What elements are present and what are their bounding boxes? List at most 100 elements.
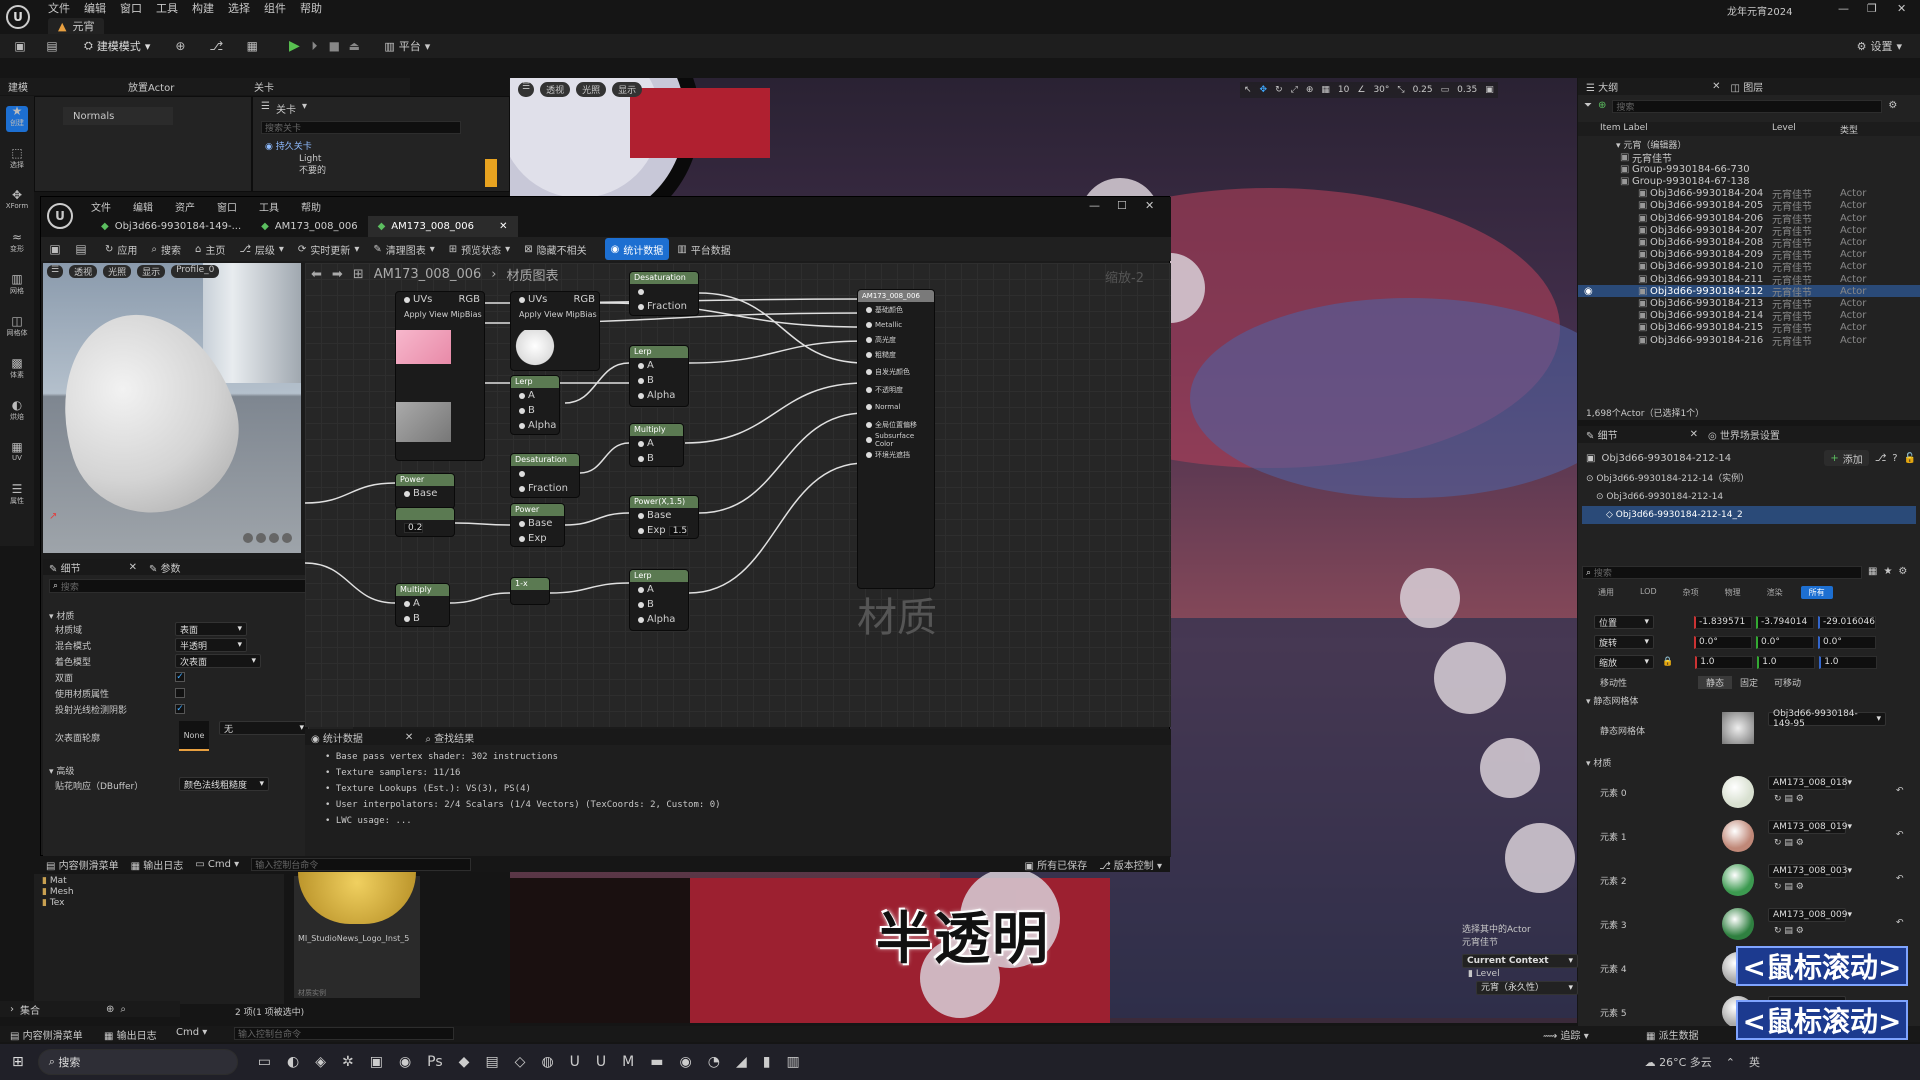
mode-dropdown[interactable]: ⛭ 建模模式 ▾ — [78, 35, 156, 57]
tab-place-actor[interactable]: 放置Actor — [128, 79, 248, 94]
result-pin[interactable]: Normal — [858, 397, 934, 417]
menu-build[interactable]: 构建 — [192, 0, 214, 16]
x-field[interactable]: -1.839571 — [1694, 615, 1752, 629]
outliner-close-icon[interactable]: ✕ — [1712, 81, 1720, 92]
me-tab-material[interactable]: ◆ AM173_008_006 ✕ — [367, 216, 518, 237]
prop-dropdown[interactable]: 半透明 ▾ — [175, 638, 247, 652]
power-node[interactable]: Power Base Exp — [510, 503, 565, 547]
show-button[interactable]: 显示 — [612, 82, 643, 97]
scale-icon[interactable]: ⤢ — [1291, 85, 1298, 95]
world-icon[interactable]: ⊕ — [1306, 85, 1314, 95]
apply-button[interactable]: ↻ 应用 — [99, 238, 143, 260]
lock-icon[interactable]: 🔓 — [1904, 453, 1916, 464]
outliner-row[interactable]: ▣ Obj3d66-9930184-215 元宵佳节 Actor — [1578, 322, 1920, 335]
source-control-button[interactable]: ⎇ 版本控制 ▾ — [1099, 857, 1162, 872]
transform-type-dropdown[interactable]: 缩放 ▾ — [1594, 655, 1654, 669]
outliner-row[interactable]: ▣ Obj3d66-9930184-204 元宵佳节 Actor — [1578, 188, 1920, 201]
y-field[interactable]: 1.0 — [1757, 655, 1816, 669]
level-item[interactable]: Light — [265, 153, 326, 165]
material-graph[interactable]: ⬅ ➡ ⊞ AM173_008_006 › 材质图表 缩放-2 UVs RGB A… — [305, 263, 1171, 727]
folder-item[interactable]: ▮ Mat — [42, 876, 284, 887]
material-dropdown[interactable]: AM173_008_009 ▾ — [1768, 908, 1852, 922]
transform-type-dropdown[interactable]: 旋转 ▾ — [1594, 635, 1654, 649]
subsurface-thumb[interactable]: None — [179, 721, 209, 751]
materials-section[interactable]: ▾ 材质 — [1586, 756, 1611, 769]
app-icon[interactable]: M — [622, 1054, 634, 1070]
lock-icon[interactable]: 🔒 — [1662, 657, 1673, 667]
settings-icon[interactable]: ⚙ — [1898, 566, 1907, 579]
y-field[interactable]: 0.0° — [1756, 635, 1814, 649]
cmd-dropdown[interactable]: ▭ Cmd ▾ — [195, 859, 239, 870]
outliner-row[interactable]: ▣ Obj3d66-9930184-213 元宵佳节 Actor — [1578, 297, 1920, 311]
app-icon[interactable]: ◢ — [736, 1054, 747, 1070]
x-field[interactable]: 1.0 — [1695, 655, 1754, 669]
material-dropdown[interactable]: AM173_008_018 ▾ — [1768, 776, 1852, 790]
col-level[interactable]: Level — [1772, 123, 1796, 133]
filter-chip[interactable]: 所有 — [1800, 586, 1833, 599]
chrome-icon[interactable]: ◉ — [399, 1054, 411, 1070]
layout-icon[interactable]: ▣ — [1485, 85, 1494, 95]
content-drawer-tab[interactable]: ▤ 内容侧滑菜单 — [46, 857, 119, 872]
close-button[interactable]: ✕ — [1897, 2, 1906, 15]
eye-icon[interactable]: ◉ — [265, 142, 273, 152]
me-save-icon[interactable]: ▣ — [47, 241, 63, 257]
lerp-node[interactable]: Lerp A B Alpha — [629, 569, 689, 631]
stop-icon[interactable]: ■ — [326, 38, 342, 54]
taskbar-search[interactable]: ⌕ 搜索 — [37, 1049, 238, 1075]
outliner-row[interactable]: ▣ Group-9930184-66-730 — [1578, 163, 1920, 175]
menu-select[interactable]: 选择 — [228, 0, 250, 16]
mobility-stationary[interactable]: 固定 — [1732, 676, 1766, 689]
app-icon[interactable]: ▥ — [786, 1054, 799, 1070]
transform-type-dropdown[interactable]: 位置 ▾ — [1594, 615, 1654, 629]
preview-menu-icon[interactable]: ☰ — [47, 265, 64, 278]
content-drawer-button[interactable]: ▤ 内容侧滑菜单 — [10, 1027, 83, 1042]
reset-icon[interactable]: ↶ — [1896, 830, 1904, 840]
desaturation-node[interactable]: Desaturation Fraction — [510, 453, 580, 498]
material-thumb[interactable] — [1722, 908, 1754, 940]
levels-search-input[interactable]: 搜索关卡 — [261, 121, 461, 134]
power-node[interactable]: Power Base — [395, 473, 455, 509]
stats-button[interactable]: ◉ 统计数据 — [604, 238, 670, 260]
decal-dropdown[interactable]: 颜色法线粗糙度 ▾ — [179, 777, 269, 791]
outliner-row[interactable]: ▣ Obj3d66-9930184-207 元宵佳节 Actor — [1578, 224, 1920, 238]
cmd-button[interactable]: Cmd ▾ — [176, 1027, 207, 1038]
component-tree-item[interactable]: ⊙ Obj3d66-9930184-212-14 — [1582, 488, 1916, 506]
level-dropdown[interactable]: 元宵（永久性） ▾ — [1476, 981, 1578, 995]
outliner-row[interactable]: ▣ Obj3d66-9930184-209 元宵佳节 Actor — [1578, 249, 1920, 262]
photoshop-icon[interactable]: Ps — [427, 1054, 443, 1070]
preview-show-button[interactable]: 显示 — [137, 265, 166, 278]
console-input[interactable]: 输入控制台命令 — [251, 857, 472, 871]
levels-header[interactable]: 关卡 — [276, 101, 296, 116]
add-collection-icon[interactable]: ⊕ — [106, 1004, 114, 1015]
mode-item-1[interactable]: ⬚ 选择 — [2, 146, 32, 170]
app-icon[interactable]: ◔ — [708, 1054, 720, 1070]
filter-chip[interactable]: LOD — [1632, 586, 1665, 599]
save-all-button[interactable]: ▣ 所有已保存 — [1024, 857, 1087, 872]
grid-icon[interactable]: ▦ — [1321, 85, 1330, 95]
help-icon[interactable]: ? — [1892, 453, 1897, 464]
result-pin[interactable]: 粗糙度 — [858, 347, 934, 362]
home-button[interactable]: ⌂ 主页 — [189, 238, 231, 260]
app-icon[interactable]: ✲ — [342, 1054, 354, 1070]
mode-item-9[interactable]: ☰ 属性 — [2, 482, 32, 506]
cube-icon[interactable] — [282, 533, 292, 543]
hierarchy-button[interactable]: ⎇ 层级 ▾ — [233, 238, 290, 260]
z-field[interactable]: 0.0° — [1818, 635, 1876, 649]
me-menu-tools[interactable]: 工具 — [259, 199, 279, 214]
mode-item-0[interactable]: ★ 创建 — [2, 104, 32, 128]
edge-icon[interactable]: ◐ — [287, 1054, 299, 1070]
scale-snap[interactable]: 0.25 — [1413, 85, 1433, 95]
lit-button[interactable]: 光照 — [576, 82, 607, 97]
preview-state-button[interactable]: ⊞ 预览状态 ▾ — [443, 238, 516, 260]
app-icon[interactable]: ▣ — [370, 1054, 383, 1070]
app-icon[interactable]: ◆ — [459, 1054, 470, 1070]
outliner-row[interactable]: ▣ Obj3d66-9930184-214 元宵佳节 Actor — [1578, 310, 1920, 323]
language-indicator[interactable]: 英 — [1749, 1054, 1760, 1070]
live-update-button[interactable]: ⟳ 实时更新 ▾ — [292, 238, 365, 260]
clean-graph-button[interactable]: ✎ 清理图表 ▾ — [367, 238, 440, 260]
outliner-row[interactable]: ▣ Obj3d66-9930184-208 元宵佳节 Actor — [1578, 236, 1920, 250]
menu-tools[interactable]: 工具 — [156, 0, 178, 16]
mode-item-4[interactable]: ▥ 网格 — [2, 272, 32, 296]
multiply-node[interactable]: Multiply A B — [395, 583, 450, 627]
details-close-icon[interactable]: ✕ — [129, 562, 137, 573]
